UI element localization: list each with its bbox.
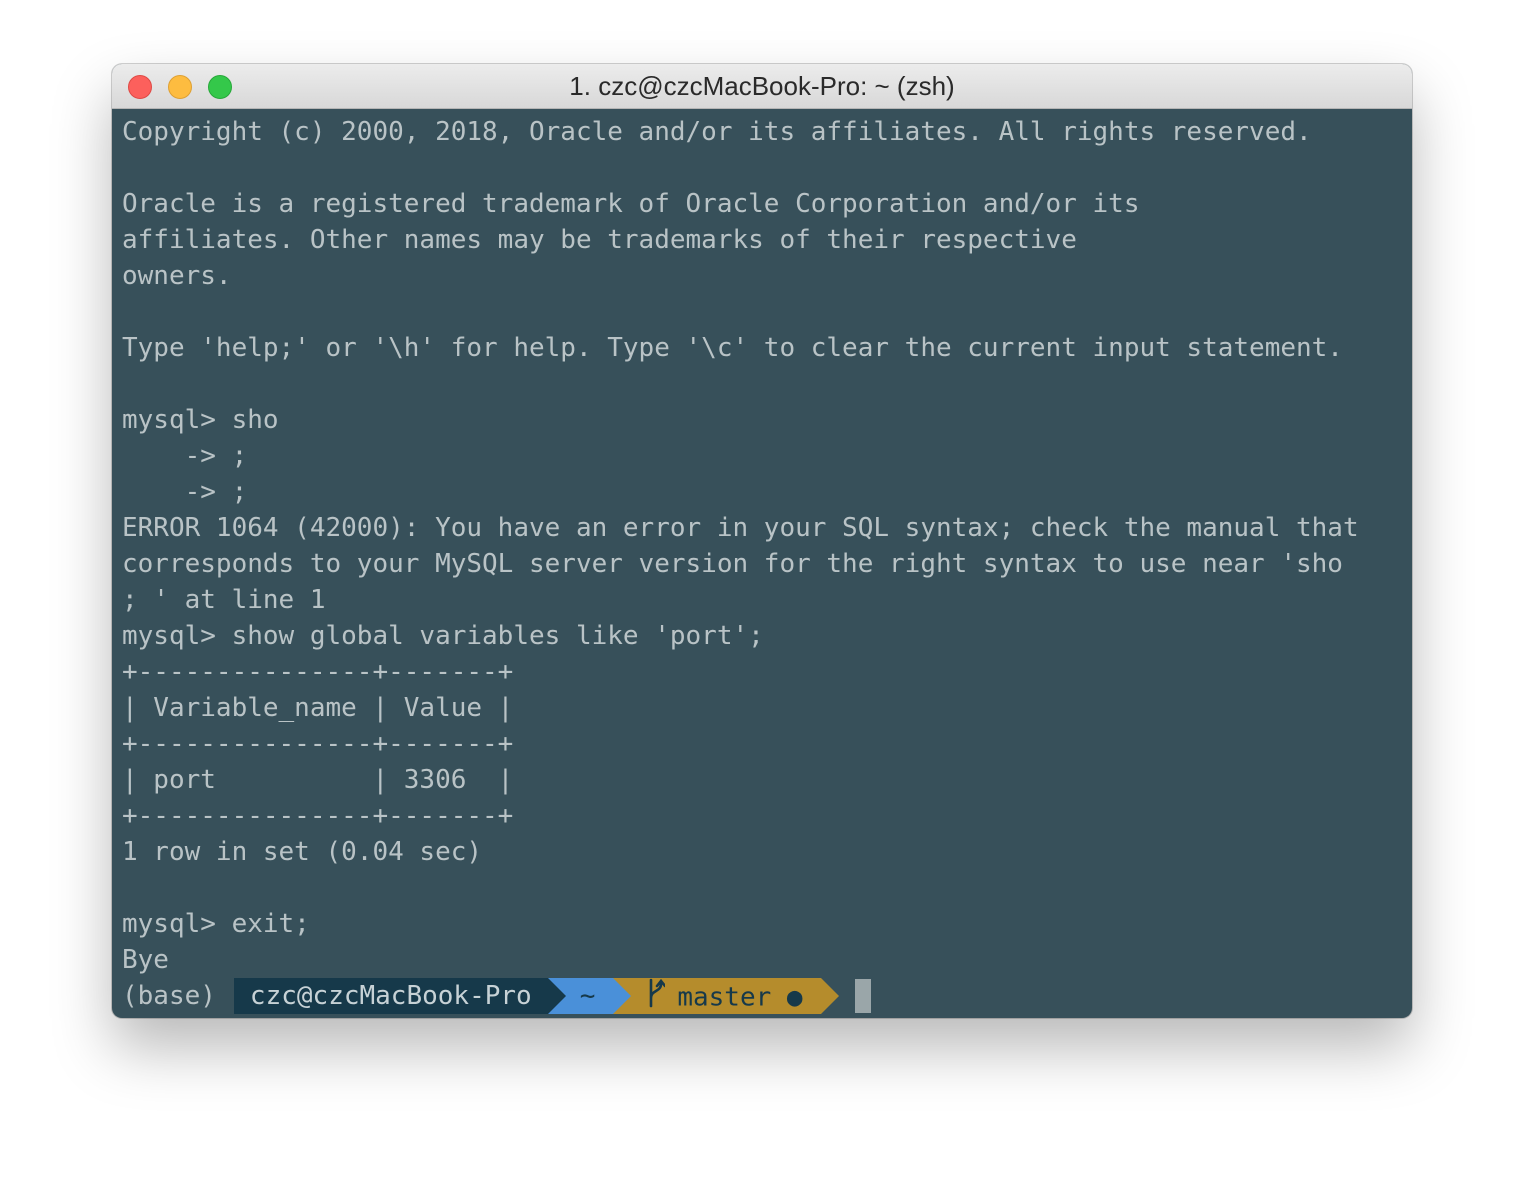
terminal-output[interactable]: Copyright (c) 2000, 2018, Oracle and/or … [122, 114, 1402, 1014]
terminal-window: 1. czc@czcMacBook-Pro: ~ (zsh) Copyright… [112, 64, 1412, 1018]
output-line: Bye [122, 945, 169, 975]
git-dirty-indicator: ● [786, 982, 803, 1013]
output-line: mysql> exit; [122, 909, 310, 939]
output-line: -> ; [122, 441, 248, 471]
output-line: +---------------+-------+ [122, 801, 514, 831]
output-line: Type 'help;' or '\h' for help. Type '\c'… [122, 333, 1343, 363]
output-line: +---------------+-------+ [122, 657, 514, 687]
output-line: mysql> sho [122, 405, 279, 435]
output-line: +---------------+-------+ [122, 729, 514, 759]
prompt-env: (base) [122, 981, 216, 1011]
text-cursor [854, 979, 871, 1013]
segment-arrow-icon [613, 978, 632, 1014]
prompt-git-segment: master ● [613, 978, 839, 1014]
output-line: ; ' at line 1 [122, 585, 326, 615]
segment-arrow-icon [547, 978, 566, 1014]
prompt-branch: master [677, 982, 772, 1013]
output-line: mysql> show global variables like 'port'… [122, 621, 764, 651]
output-line: 1 row in set (0.04 sec) [122, 837, 483, 867]
output-line: affiliates. Other names may be trademark… [122, 225, 1077, 255]
output-line: ERROR 1064 (42000): You have an error in… [122, 513, 1359, 543]
prompt-user-host: czc@czcMacBook-Pro [249, 981, 532, 1011]
segment-arrow-icon [820, 978, 839, 1014]
title-bar[interactable]: 1. czc@czcMacBook-Pro: ~ (zsh) [112, 64, 1412, 109]
output-line: owners. [122, 261, 232, 291]
git-branch-icon [647, 978, 667, 1018]
output-line: Oracle is a registered trademark of Orac… [122, 189, 1140, 219]
output-line: Copyright (c) 2000, 2018, Oracle and/or … [122, 117, 1312, 147]
shell-prompt: (base) czc@czcMacBook-Pro ~ master ● [122, 978, 1402, 1014]
output-line: | port | 3306 | [122, 765, 514, 795]
output-line: -> ; [122, 477, 248, 507]
prompt-dir: ~ [579, 981, 596, 1011]
output-line: | Variable_name | Value | [122, 693, 514, 723]
window-title: 1. czc@czcMacBook-Pro: ~ (zsh) [569, 71, 955, 101]
prompt-user-host-segment: czc@czcMacBook-Pro [233, 978, 566, 1014]
output-line: corresponds to your MySQL server version… [122, 549, 1343, 579]
